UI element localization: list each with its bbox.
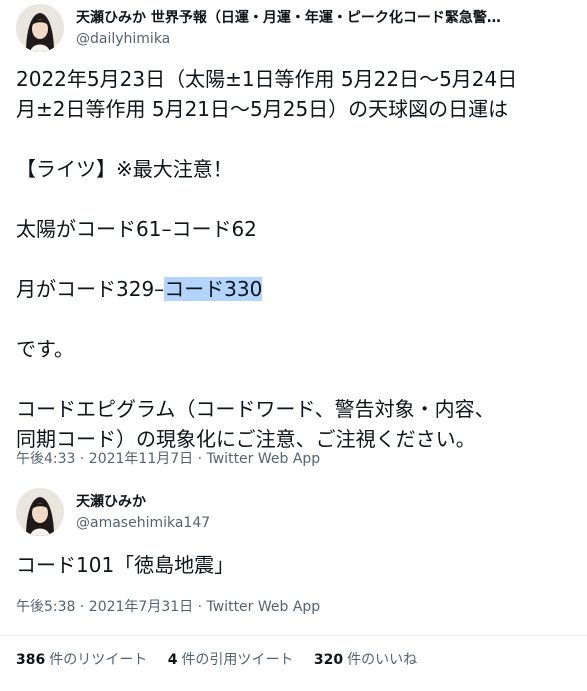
quoted-user-handle[interactable]: @amasehimika147 [76, 514, 574, 532]
quotes-label: 件の引用ツイート [181, 652, 294, 668]
display-name[interactable]: 天瀬ひみか 世界予報（日運・月運・年運・ピーク化コード緊急警… [76, 9, 574, 27]
tweet-blank-line [16, 304, 576, 334]
tweet-line-moon: 月がコード329–コード330 [16, 274, 576, 304]
tweet-timestamp-row: 午後4:33 · 2021年11月7日 · Twitter Web App [16, 450, 320, 468]
quotes-count: 4 [167, 652, 178, 668]
tweet-line: 太陽がコード61–コード62 [16, 217, 257, 241]
tweet-text: 2022年5月23日（太陽±1日等作用 5月22日〜5月24日 月±2日等作用 … [16, 64, 576, 454]
likes-count: 320 [313, 652, 344, 668]
tweet-timestamp[interactable]: 午後4:33 · 2021年11月7日 · [16, 451, 207, 467]
tweet-line: コードエピグラム（コードワード、警告対象・内容、 [16, 397, 495, 421]
quoted-display-name[interactable]: 天瀬ひみか [76, 493, 574, 511]
tweet-line: 【ライツ】※最大注意！ [16, 157, 233, 181]
quoted-avatar[interactable] [16, 488, 64, 536]
quoted-tweet-text: コード101「徳島地震」 [16, 553, 235, 577]
avatar-image [16, 488, 64, 536]
tweet-stats: 386 件のリツイート 4 件の引用ツイート 320 件のいいね [16, 650, 433, 670]
tweet-line: 2022年5月23日（太陽±1日等作用 5月22日〜5月24日 [16, 67, 518, 91]
avatar[interactable] [16, 4, 64, 52]
tweet-blank-line [16, 124, 576, 154]
tweet-blank-line [16, 244, 576, 274]
tweet-blank-line [16, 184, 576, 214]
quoted-tweet-header: 天瀬ひみか @amasehimika147 [16, 488, 576, 540]
selected-text[interactable]: コード330 [164, 277, 263, 301]
quoted-source-app[interactable]: Twitter Web App [207, 599, 321, 615]
user-handle[interactable]: @dailyhimika [76, 30, 574, 48]
quoted-timestamp-row: 午後5:38 · 2021年7月31日 · Twitter Web App [16, 598, 320, 616]
main-tweet-header: 天瀬ひみか 世界予報（日運・月運・年運・ピーク化コード緊急警… @dailyhi… [16, 4, 576, 56]
tweet-source-app[interactable]: Twitter Web App [207, 451, 321, 467]
retweets-count: 386 [16, 652, 46, 668]
tweet-line: 月±2日等作用 5月21日〜5月25日）の天球図の日運は [16, 97, 509, 121]
moon-line-prefix: 月がコード329– [16, 277, 165, 301]
retweets-stat[interactable]: 386 件のリツイート [16, 650, 147, 670]
retweets-label: 件のリツイート [49, 652, 148, 668]
likes-label: 件のいいね [347, 652, 418, 668]
tweet-line: です。 [16, 337, 74, 361]
avatar-image [16, 4, 64, 52]
tweet-blank-line [16, 364, 576, 394]
quoted-timestamp[interactable]: 午後5:38 · 2021年7月31日 · [16, 599, 207, 615]
divider [0, 635, 587, 636]
likes-stat[interactable]: 320 件のいいね [314, 650, 417, 670]
quotes-stat[interactable]: 4 件の引用ツイート [168, 650, 294, 670]
